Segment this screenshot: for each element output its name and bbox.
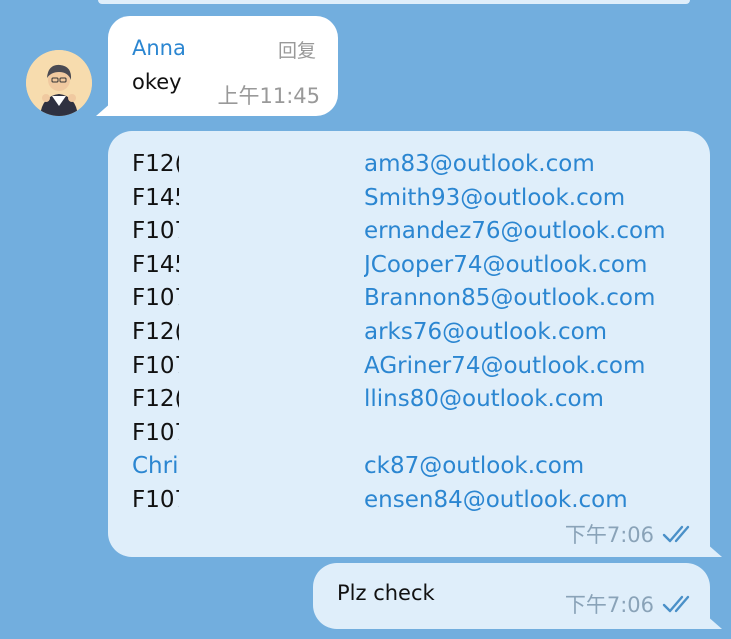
row-code: F12( [132, 151, 179, 177]
sender-avatar[interactable] [26, 50, 92, 116]
message-time: 上午11:45 [217, 84, 320, 108]
avatar-cartoon-icon [26, 50, 92, 116]
row-code: F107 [132, 285, 179, 312]
bubble-tail [96, 102, 112, 116]
row-code: F107 [132, 419, 179, 446]
email-link[interactable]: arks76@outlook.com [364, 315, 607, 349]
incoming-message-bubble[interactable]: Anna 回复 okey 上午11:45 [96, 16, 338, 116]
sender-name[interactable]: Anna [132, 36, 186, 60]
row-code: F107 [132, 218, 179, 245]
message-text: okey [132, 70, 182, 94]
email-link[interactable]: ensen84@outlook.com [364, 483, 628, 517]
previous-message-edge [98, 0, 690, 4]
message-meta: 下午7:06 [565, 519, 696, 549]
outgoing-list-message-bubble[interactable]: F12( am83@outlook.com F145 Smith93@outlook.… [108, 131, 722, 557]
row-code: F107 [132, 487, 179, 513]
row-code: F12( [132, 319, 179, 345]
email-link[interactable]: ernandez76@outlook.com [364, 214, 666, 248]
email-link[interactable]: Brannon85@outlook.com [364, 281, 655, 315]
email-link[interactable]: am83@outlook.com [364, 147, 595, 181]
outgoing-message-bubble[interactable]: Plz check 下午7:06 [313, 563, 722, 629]
email-link[interactable]: llins80@outlook.com [364, 382, 604, 416]
message-time: 下午7:06 [564, 523, 654, 547]
bubble-tail [706, 615, 722, 629]
reply-button[interactable]: 回复 [278, 36, 316, 63]
email-link[interactable]: ck87@outlook.com [364, 449, 584, 483]
row-code: F12( [132, 386, 179, 413]
bubble-tail [706, 543, 722, 557]
row-code: F145 [132, 184, 179, 211]
double-check-icon [662, 593, 696, 615]
message-meta: 下午7:06 [565, 589, 696, 619]
email-link[interactable]: JCooper74@outlook.com [364, 248, 647, 282]
name-link[interactable]: Chri [132, 449, 179, 483]
email-link[interactable]: AGriner74@outlook.com [364, 349, 645, 383]
row-code: F107 [132, 352, 179, 379]
row-code: F145 [132, 251, 179, 278]
double-check-icon [662, 523, 696, 545]
message-text: Plz check [337, 581, 435, 605]
redaction-overlay [180, 131, 364, 557]
message-time: 下午7:06 [564, 593, 654, 617]
email-link[interactable]: Smith93@outlook.com [364, 181, 625, 215]
